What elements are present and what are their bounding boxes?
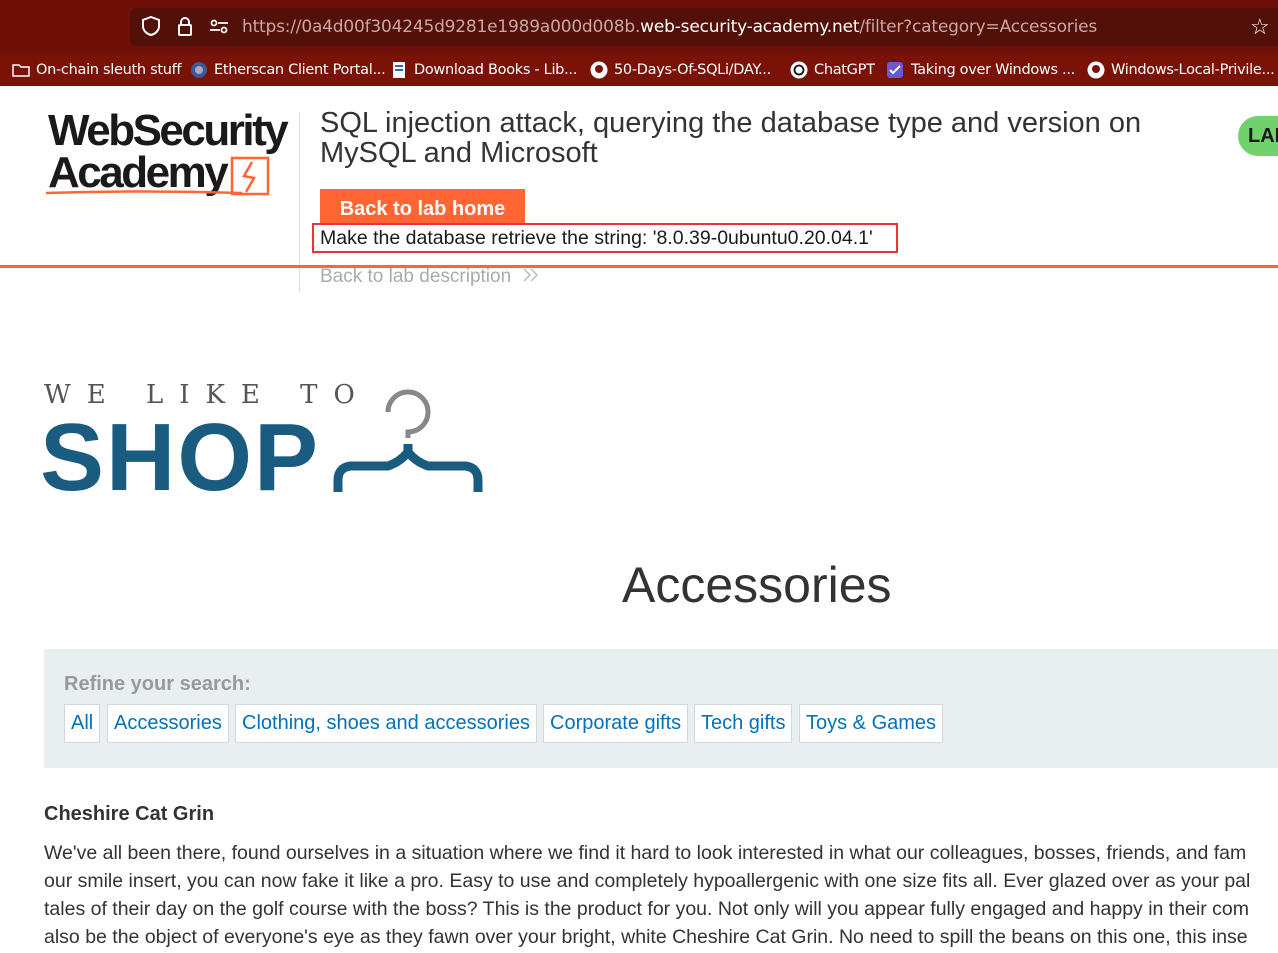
shield-icon[interactable] (140, 15, 162, 37)
bookmark-windows-local-privilege[interactable]: Windows-Local-Privile... (1111, 62, 1275, 78)
checklist-icon (887, 62, 903, 78)
etherscan-icon (191, 62, 207, 78)
filter-corporate-gifts[interactable]: Corporate gifts (543, 704, 689, 743)
shop-name: SHOP (40, 404, 321, 511)
back-to-description-label: Back to lab description (320, 266, 512, 287)
logo-line-1: WebSecurity (48, 106, 289, 155)
product-description-line: We've all been there, found ourselves in… (44, 842, 1247, 864)
bookmark-chatgpt[interactable]: ChatGPT (814, 62, 875, 78)
filter-accessories[interactable]: Accessories (107, 704, 229, 743)
product-name: Cheshire Cat Grin (44, 803, 215, 825)
url-text[interactable]: https://0a4d00f304245d9281e1989a000d008b… (242, 17, 1097, 37)
lab-status-badge: LAB (1238, 116, 1278, 156)
bookmark-download-books[interactable]: Download Books - Lib... (414, 62, 577, 78)
chatgpt-icon (790, 61, 808, 79)
back-to-lab-description-link[interactable]: Back to lab description (320, 266, 540, 288)
book-icon (393, 62, 405, 78)
filter-clothing[interactable]: Clothing, shoes and accessories (235, 704, 537, 743)
bookmark-taking-over-windows[interactable]: Taking over Windows ... (911, 62, 1075, 78)
product-description-line: our smile insert, you can now fake it li… (44, 870, 1251, 892)
logo-underline (45, 190, 243, 195)
product-description-line: also be the object of everyone's eye as … (44, 926, 1248, 948)
hanger-icon (333, 389, 483, 492)
lab-objective: Make the database retrieve the string: '… (312, 223, 898, 253)
filter-tech-gifts[interactable]: Tech gifts (694, 704, 793, 743)
folder-icon (12, 64, 30, 77)
filter-toys-games[interactable]: Toys & Games (799, 704, 944, 743)
permissions-icon[interactable] (208, 15, 230, 37)
product-description-line: tales of their day on the golf course wi… (44, 898, 1250, 920)
bookmarks-bar: On-chain sleuth stuff Etherscan Client P… (0, 54, 1278, 86)
browser-toolbar: https://0a4d00f304245d9281e1989a000d008b… (0, 0, 1278, 54)
github-icon (590, 61, 608, 79)
lock-icon[interactable] (174, 15, 196, 37)
page-title: Accessories (622, 557, 892, 613)
web-security-academy-logo[interactable]: WebSecurity Academy (45, 106, 289, 196)
refine-search-label: Refine your search: (64, 673, 251, 695)
lab-title: SQL injection attack, querying the datab… (320, 107, 1142, 169)
header-rule (0, 265, 1278, 268)
double-chevron-right-icon (523, 268, 539, 282)
github-icon (1087, 61, 1105, 79)
bookmark-50-days-sqli[interactable]: 50-Days-Of-SQLi/DAY... (614, 62, 771, 78)
bookmark-etherscan[interactable]: Etherscan Client Portal... (214, 62, 386, 78)
product-description: We've all been there, found ourselves in… (44, 839, 1278, 951)
filter-all[interactable]: All (64, 704, 101, 743)
bookmark-star-icon[interactable]: ☆ (1250, 14, 1270, 40)
bookmark-on-chain[interactable]: On-chain sleuth stuff (36, 62, 182, 78)
